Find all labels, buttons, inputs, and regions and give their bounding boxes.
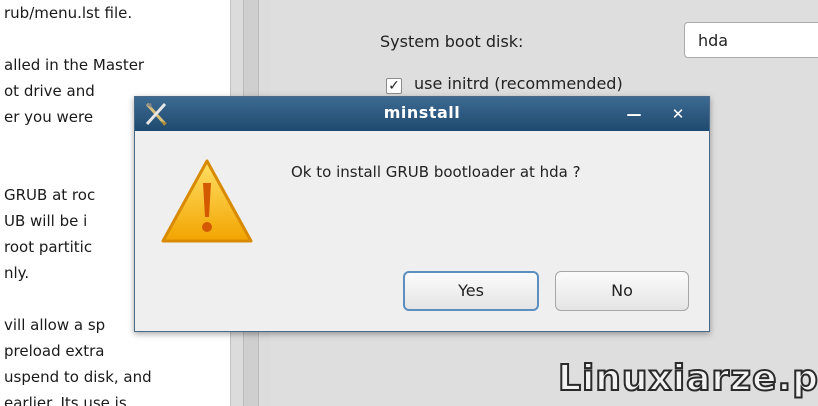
- help-line: earlier. Its use is: [4, 394, 127, 406]
- help-line: er you were: [4, 108, 94, 126]
- minimize-button[interactable]: —: [621, 104, 647, 124]
- help-line: rub/menu.lst file.: [4, 4, 133, 22]
- watermark-logo: Linuxiarze.pl: [557, 357, 818, 400]
- help-line: alled in the Master: [4, 56, 145, 74]
- initrd-label[interactable]: use initrd (recommended): [414, 74, 623, 93]
- confirm-dialog: minstall — ✕ Ok to install GRUB bootload…: [134, 96, 710, 332]
- initrd-checkbox[interactable]: ✓: [386, 78, 402, 94]
- help-line: GRUB at roc: [4, 186, 96, 204]
- help-line: uspend to disk, and: [4, 368, 152, 386]
- help-line: UB will be i: [4, 212, 88, 230]
- yes-button[interactable]: Yes: [403, 271, 539, 311]
- boot-disk-value[interactable]: hda: [698, 31, 728, 50]
- boot-disk-label: System boot disk:: [380, 32, 524, 51]
- help-line: ot drive and: [4, 82, 95, 100]
- help-line: vill allow a sp: [4, 316, 106, 334]
- dialog-message: Ok to install GRUB bootloader at hda ?: [291, 163, 581, 181]
- dialog-titlebar[interactable]: minstall — ✕: [135, 97, 709, 131]
- no-button[interactable]: No: [555, 271, 689, 311]
- help-line: preload extra: [4, 342, 105, 360]
- help-line: nly.: [4, 264, 30, 282]
- close-button[interactable]: ✕: [665, 104, 691, 124]
- help-line: root partitic: [4, 238, 93, 256]
- warning-icon: [161, 159, 253, 243]
